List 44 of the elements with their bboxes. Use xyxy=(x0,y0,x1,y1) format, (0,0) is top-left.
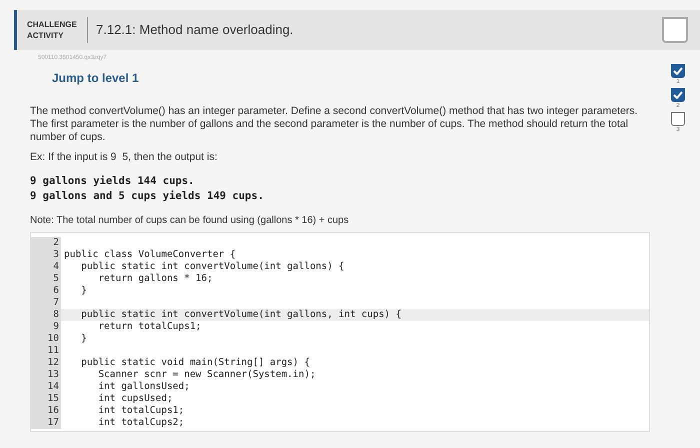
line-number: 12 xyxy=(31,356,61,369)
bookmark-icon xyxy=(662,17,688,43)
level-checkbox[interactable] xyxy=(671,64,685,78)
code-line: int cupsUsed; xyxy=(97,392,174,405)
code-line: } xyxy=(80,332,88,345)
code-line: int totalCups1; xyxy=(97,404,186,417)
instructions-text: The method convertVolume() has an integer parameter. Define a second convertVolume() method that has two integer parameters. The first parameter is the number of gallons and the second parameter is the number of cups. The method should return the total number of cups. xyxy=(30,105,639,144)
line-number: 9 xyxy=(31,320,61,333)
code-line: int gallonsUsed; xyxy=(97,380,191,393)
code-line: int totalCups2; xyxy=(97,416,186,429)
code-line: public static int convertVolume(int gallons, int cups) { xyxy=(80,308,402,321)
code-line: return totalCups1; xyxy=(97,320,202,333)
code-line: return gallons * 16; xyxy=(97,272,214,285)
line-number: 7 xyxy=(31,296,61,309)
level-checkbox[interactable] xyxy=(671,88,685,102)
code-line: public class VolumeConverter { xyxy=(64,248,237,261)
line-number: 11 xyxy=(31,344,61,357)
line-number: 5 xyxy=(31,272,61,285)
line-number: 13 xyxy=(31,368,61,381)
output-line: 9 gallons and 5 cups yields 149 cups. xyxy=(30,188,264,204)
line-number: 14 xyxy=(31,380,61,393)
code-line: public static void main(String[] args) { xyxy=(80,356,311,369)
check-icon xyxy=(673,67,683,75)
code-line: } xyxy=(80,284,88,297)
line-number: 10 xyxy=(31,332,61,345)
note-text: Note: The total number of cups can be found using (gallons * 16) + cups xyxy=(30,214,350,228)
jump-link[interactable]: Jump to level 1 xyxy=(52,69,656,87)
line-number: 2 xyxy=(31,236,61,249)
activity-title: 7.12.1: Method name overloading. xyxy=(96,21,294,40)
line-number: 3 xyxy=(31,248,61,261)
line-number: 4 xyxy=(31,260,61,273)
line-number: 6 xyxy=(31,284,61,297)
line-number: 15 xyxy=(31,392,61,405)
line-number: 16 xyxy=(31,404,61,417)
level-checkbox[interactable] xyxy=(671,112,685,126)
output-line: 9 gallons yields 144 cups. xyxy=(30,174,194,189)
example-intro: Ex: If the input is 9 5, then the output is: xyxy=(30,150,218,165)
check-icon xyxy=(673,91,683,99)
line-number: 8 xyxy=(31,308,61,321)
code-line: public static int convertVolume(int gallons) { xyxy=(80,260,346,273)
activity-label: CHALLENGE ACTIVITY xyxy=(27,19,78,41)
line-number: 17 xyxy=(31,416,61,429)
code-editor[interactable] xyxy=(30,232,650,432)
code-line: Scanner scnr = new Scanner(System.in); xyxy=(97,368,317,381)
